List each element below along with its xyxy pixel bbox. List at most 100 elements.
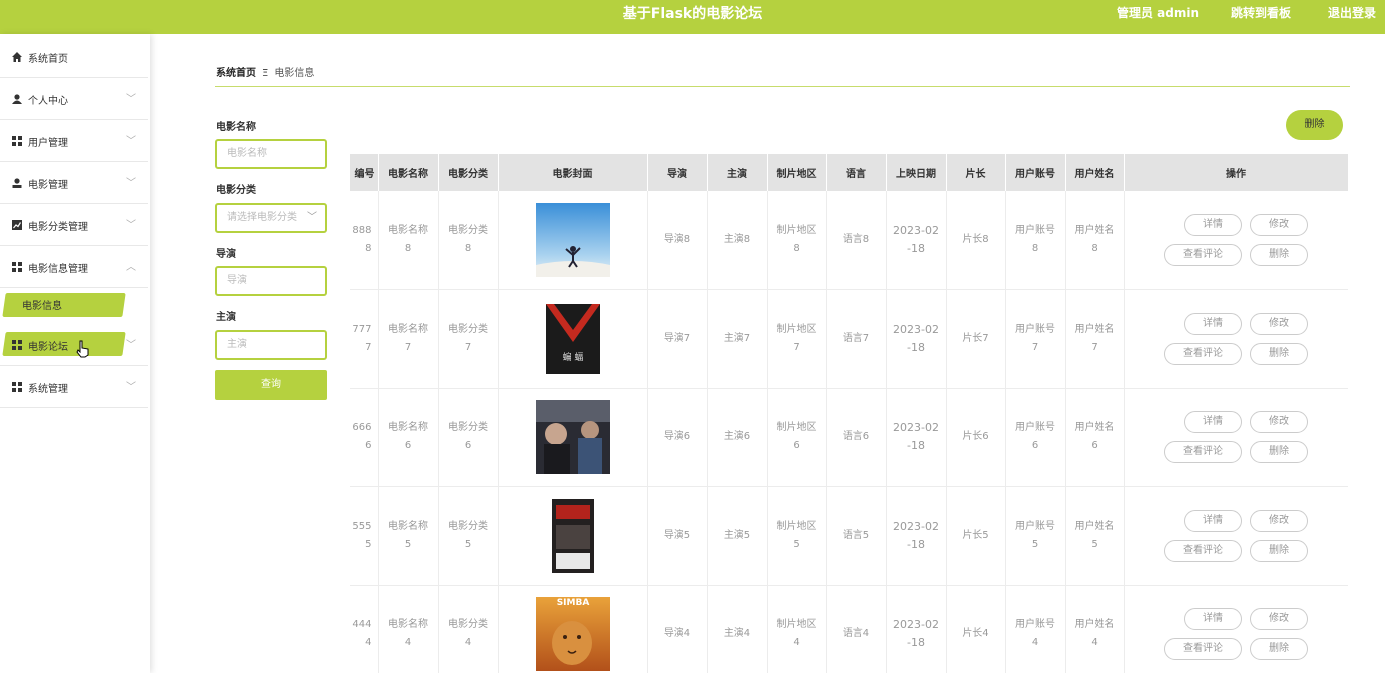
detail-button[interactable]: 详情 [1184,411,1242,434]
cell-length: 片长8 [946,191,1006,290]
col-region: 制片地区 [767,154,827,191]
director-label: 导演 [216,249,236,260]
cell-release-date: 2023-02 -18 [886,486,947,586]
edit-button[interactable]: 修改 [1250,509,1308,532]
cell-name: 电影名称 8 [378,191,439,290]
logout-link[interactable]: 退出登录 [1328,0,1376,28]
cell-release-date: 2023-02 -18 [886,289,947,389]
cell-name: 电影名称 5 [378,486,439,586]
sidebar-item-system[interactable]: 系统管理 ﹀ [0,366,148,408]
delete-button[interactable]: 删除 [1250,342,1308,365]
breadcrumb-current: 电影信息 [274,68,315,79]
cell-region: 制片地区 6 [767,388,827,487]
cell-account: 用户账号 4 [1005,585,1066,673]
edit-button[interactable]: 修改 [1250,214,1308,236]
breadcrumb-divider [215,86,1350,87]
cell-region: 制片地区 5 [767,486,827,586]
cell-actions: 详情 修改 查看评论 删除 [1124,486,1348,586]
cell-cover [498,486,648,586]
cell-actor: 主演8 [707,191,768,290]
user-icon [12,94,22,104]
chart-icon [12,220,22,230]
edit-button[interactable]: 修改 [1250,312,1308,335]
breadcrumb: 系统首页 Ξ 电影信息 [216,64,314,79]
delete-button[interactable]: 删除 [1250,244,1308,266]
sidebar-item-home[interactable]: 系统首页 [0,36,148,78]
submenu-item-movie-info[interactable]: 电影信息 [22,297,62,312]
cell-account: 用户账号 8 [1005,191,1066,290]
cell-account: 用户账号 7 [1005,289,1066,389]
sidebar-item-users[interactable]: 用户管理 ﹀ [0,120,148,162]
grid-icon [12,262,22,272]
sidebar: 系统首页 个人中心 ﹀ 用户管理 ﹀ 电影管理 ﹀ 电影分类管理 ﹀ 电影信息管… [0,34,150,673]
cell-category: 电影分类 8 [438,191,499,290]
col-actor: 主演 [707,154,768,191]
col-id: 编号 [350,154,379,191]
cell-id: 888 8 [350,191,379,290]
cell-username: 用户姓名 7 [1065,289,1125,389]
detail-button[interactable]: 详情 [1184,312,1242,335]
edit-button[interactable]: 修改 [1250,608,1308,631]
cell-region: 制片地区 7 [767,289,827,389]
view-comments-button[interactable]: 查看评论 [1164,638,1242,661]
submenu-highlight [2,293,126,317]
delete-button[interactable]: 删除 [1250,638,1308,661]
actor-input[interactable]: 主演 [215,330,327,360]
col-director: 导演 [647,154,708,191]
cell-length: 片长5 [946,486,1006,586]
view-comments-button[interactable]: 查看评论 [1164,539,1242,562]
detail-button[interactable]: 详情 [1184,509,1242,532]
cell-cover [498,191,648,290]
table-row: 777 7 电影名称 7 电影分类 7 蝙 蝠 导演7 主演7 制片地区 7 语言7 2023-… [350,289,1348,389]
cell-director: 导演7 [647,289,708,389]
movie-category-select[interactable]: 请选择电影分类 ﹀ [215,203,327,233]
chevron-down-icon: ﹀ [126,340,136,351]
director-input[interactable]: 导演 [215,266,327,296]
cell-actions: 详情 修改 查看评论 删除 [1124,388,1348,487]
sidebar-item-label: 个人中心 [28,96,68,107]
sidebar-item-personal[interactable]: 个人中心 ﹀ [0,78,148,120]
actor-label: 主演 [216,312,236,323]
detail-button[interactable]: 详情 [1184,214,1242,236]
col-cover: 电影封面 [498,154,648,191]
sidebar-item-movie-info[interactable]: 电影信息管理 ︿ [0,246,148,288]
breadcrumb-home[interactable]: 系统首页 [216,68,256,79]
view-comments-button[interactable]: 查看评论 [1164,342,1242,365]
grid-icon [12,136,22,146]
cell-actions: 详情 修改 查看评论 删除 [1124,191,1348,290]
view-comments-button[interactable]: 查看评论 [1164,441,1242,464]
cell-director: 导演4 [647,585,708,673]
chevron-down-icon: ﹀ [126,220,136,231]
chevron-down-icon: ﹀ [126,136,136,147]
batch-delete-button[interactable]: 删除 [1286,110,1343,140]
cell-category: 电影分类 4 [438,585,499,673]
chevron-down-icon: ﹀ [126,94,136,105]
movie-cover-image [535,400,610,475]
edit-button[interactable]: 修改 [1250,411,1308,434]
delete-button[interactable]: 删除 [1250,539,1308,562]
sidebar-item-label: 系统管理 [28,384,68,395]
sidebar-item-label: 电影分类管理 [28,222,88,233]
col-language: 语言 [826,154,887,191]
cell-cover: SIMBA [498,585,648,673]
table-row: 666 6 电影名称 6 电影分类 6 导演6 主演6 制片地区 6 语言6 2023-02 … [350,388,1348,487]
cell-length: 片长6 [946,388,1006,487]
sidebar-item-movies[interactable]: 电影管理 ﹀ [0,162,148,204]
cell-cover: 蝙 蝠 [498,289,648,389]
sidebar-item-label: 电影信息管理 [28,264,88,275]
cell-name: 电影名称 4 [378,585,439,673]
col-release-date: 上映日期 [886,154,947,191]
cell-length: 片长4 [946,585,1006,673]
cell-region: 制片地区 4 [767,585,827,673]
jump-dashboard-link[interactable]: 跳转到看板 [1231,0,1291,28]
detail-button[interactable]: 详情 [1184,608,1242,631]
table-row: 888 8 电影名称 8 电影分类 8 导演8 主演8 制片地区 8 语言8 2023-02 … [350,191,1348,290]
cell-username: 用户姓名 6 [1065,388,1125,487]
view-comments-button[interactable]: 查看评论 [1164,244,1242,266]
delete-button[interactable]: 删除 [1250,441,1308,464]
sidebar-item-categories[interactable]: 电影分类管理 ﹀ [0,204,148,246]
movie-name-input[interactable]: 电影名称 [215,139,327,169]
user-icon [12,178,22,188]
query-button[interactable]: 查询 [215,370,327,400]
sidebar-item-forum[interactable]: 电影论坛 ﹀ [0,324,148,366]
